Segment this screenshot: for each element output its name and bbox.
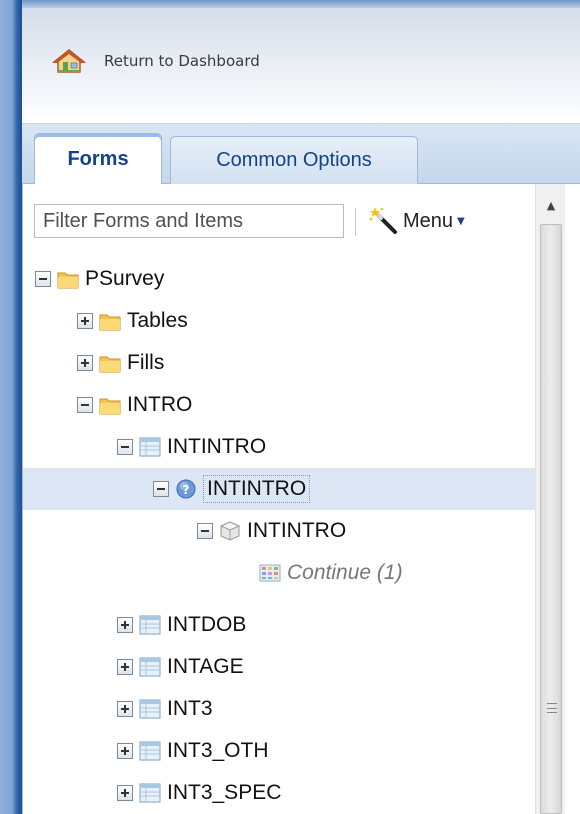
expand-icon[interactable]: [117, 785, 133, 801]
expand-icon[interactable]: [77, 355, 93, 371]
form-icon: [139, 615, 161, 635]
expand-icon[interactable]: [117, 659, 133, 675]
tree-node-label: Fills: [127, 351, 165, 374]
menu-button[interactable]: Menu ▼: [369, 202, 499, 240]
return-to-dashboard-label: Return to Dashboard: [104, 52, 260, 70]
cube-icon: [219, 521, 241, 541]
tree-node-label: INTDOB: [167, 613, 247, 636]
question-icon: ?: [176, 479, 196, 499]
tree-node-tables[interactable]: Tables: [77, 300, 188, 342]
expand-icon[interactable]: [117, 617, 133, 633]
form-icon: [139, 657, 161, 677]
tree-node-intintro-component[interactable]: INTINTRO: [197, 510, 346, 552]
grid-icon: [259, 564, 281, 582]
tree-node-label: Tables: [127, 309, 188, 332]
vertical-scrollbar[interactable]: ▲: [535, 184, 565, 814]
collapse-icon[interactable]: [153, 481, 169, 497]
tree-node-label: PSurvey: [85, 267, 165, 290]
tab-forms[interactable]: Forms: [34, 133, 162, 185]
form-icon: [139, 437, 161, 457]
tab-bar: Forms Common Options: [22, 124, 580, 185]
tree-node-label: Continue (1): [287, 561, 403, 584]
folder-icon: [99, 314, 121, 331]
form-icon: [139, 741, 161, 761]
folder-icon: [57, 272, 79, 289]
scroll-thumb[interactable]: [540, 224, 562, 814]
tree-node-label: INT3_SPEC: [167, 781, 282, 804]
menu-label: Menu: [403, 209, 454, 232]
expand-icon[interactable]: [117, 701, 133, 717]
tree-node-label: INTINTRO: [167, 435, 267, 458]
tree-node-label: INTAGE: [167, 655, 244, 678]
window-frame-left: [0, 0, 22, 814]
filter-input[interactable]: [34, 204, 344, 238]
folder-icon: [99, 356, 121, 373]
tree-node-int3-spec[interactable]: INT3_SPEC: [117, 772, 281, 814]
home-icon: [52, 49, 86, 73]
tree-toolbar: Menu ▼: [23, 184, 535, 258]
form-icon: [139, 783, 161, 803]
form-icon: [139, 699, 161, 719]
panel-right-edge: [565, 184, 580, 814]
magic-wand-icon: [369, 207, 397, 234]
tree-node-intintro-question[interactable]: ? INTINTRO: [23, 468, 535, 510]
chevron-down-icon: ▼: [457, 215, 465, 227]
tree-node-intage[interactable]: INTAGE: [117, 646, 244, 688]
tree-node-label: INTRO: [127, 393, 193, 416]
grip-icon: [547, 703, 557, 713]
tree-node-label: INTINTRO: [203, 475, 311, 503]
tree-node-fills[interactable]: Fills: [77, 342, 164, 384]
expand-icon[interactable]: [77, 313, 93, 329]
tab-common-options[interactable]: Common Options: [170, 136, 418, 184]
forms-panel: Menu ▼ PSurvey Tables: [22, 184, 580, 814]
scroll-up-arrow-icon[interactable]: ▲: [536, 190, 566, 220]
svg-text:?: ?: [183, 483, 190, 497]
window-frame-top: [22, 0, 580, 8]
tree-node-label: INT3: [167, 697, 213, 720]
collapse-icon[interactable]: [77, 397, 93, 413]
collapse-icon[interactable]: [35, 271, 51, 287]
tree-node-label: INT3_OTH: [167, 739, 269, 762]
tree-node-label: INTINTRO: [247, 519, 347, 542]
tree-node-int3-oth[interactable]: INT3_OTH: [117, 730, 269, 772]
tree-node-continue[interactable]: Continue (1): [259, 552, 403, 594]
toolbar-separator: [355, 208, 356, 236]
expand-icon[interactable]: [117, 743, 133, 759]
tree-node-intintro-form[interactable]: INTINTRO: [117, 426, 266, 468]
form-tree: PSurvey Tables Fills INTRO INTINTRO ? IN…: [23, 258, 535, 814]
tree-node-intro[interactable]: INTRO: [77, 384, 192, 426]
tree-node-int3[interactable]: INT3: [117, 688, 213, 730]
tree-node-psurvey[interactable]: PSurvey: [35, 258, 164, 300]
header-bar: Return to Dashboard: [22, 8, 580, 124]
folder-icon: [99, 398, 121, 415]
return-to-dashboard-link[interactable]: Return to Dashboard: [52, 48, 260, 74]
collapse-icon[interactable]: [117, 439, 133, 455]
collapse-icon[interactable]: [197, 523, 213, 539]
tree-node-intdob[interactable]: INTDOB: [117, 604, 246, 646]
